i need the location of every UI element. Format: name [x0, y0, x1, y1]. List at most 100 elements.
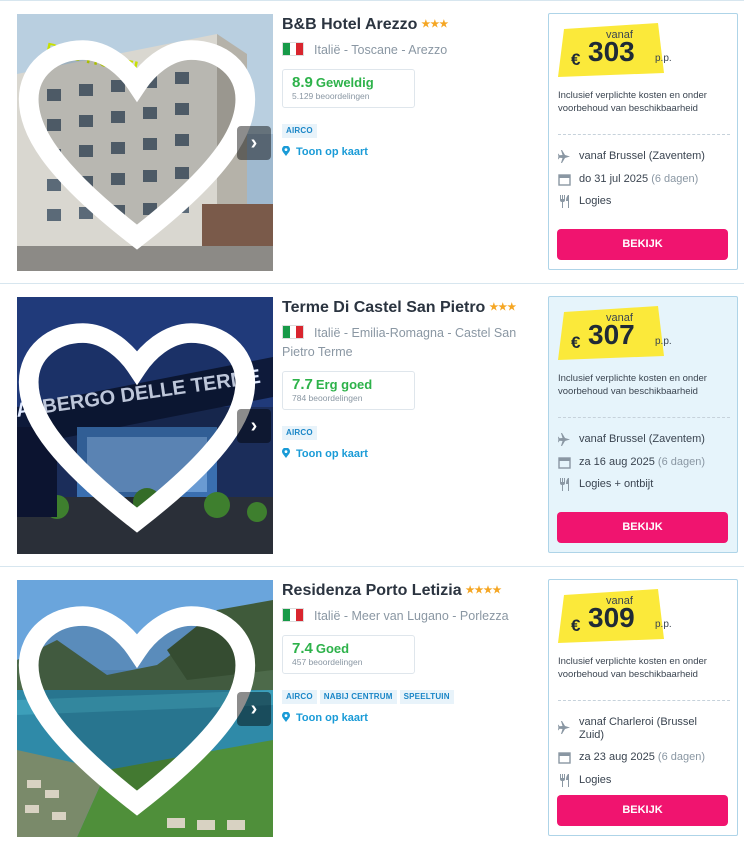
trip-duration: (6 dagen): [651, 173, 699, 185]
italy-flag-icon: [282, 325, 304, 339]
facility-tag: AIRCO: [282, 426, 317, 440]
view-button[interactable]: BEKIJK: [557, 512, 728, 543]
travel-date: do 31 jul 2025: [579, 173, 649, 185]
airplane-icon: [558, 721, 570, 734]
map-link-text: Toon op kaart: [296, 448, 368, 460]
facility-tags: AIRCO: [282, 120, 540, 138]
price-amount: 307: [588, 319, 635, 350]
cutlery-icon: [560, 478, 569, 491]
heart-outline-icon[interactable]: [17, 586, 265, 837]
score-value: 7.7: [292, 376, 313, 393]
map-pin-icon: [282, 448, 290, 458]
map-link-text: Toon op kaart: [296, 146, 368, 158]
location-text: Italië - Meer van Lugano - Porlezza: [314, 609, 509, 623]
view-button[interactable]: BEKIJK: [557, 229, 728, 260]
board-type: Logies + ontbijt: [579, 478, 654, 490]
price-divider: [558, 700, 730, 701]
hotel-name-text: Terme Di Castel San Pietro: [282, 299, 486, 316]
hotel-photo[interactable]: ALBERGO DELLE TERME ›: [17, 297, 273, 554]
map-pin-icon: [282, 146, 290, 156]
facility-tag: AIRCO: [282, 124, 317, 138]
price-amount: 309: [588, 602, 635, 633]
map-pin-icon: [282, 712, 290, 722]
chevron-right-icon[interactable]: ›: [237, 692, 271, 726]
trip-duration: (6 dagen): [657, 751, 706, 763]
heart-outline-icon[interactable]: [17, 20, 265, 271]
facility-tag: SPEELTUIN: [399, 690, 454, 704]
heart-outline-icon[interactable]: [17, 303, 265, 554]
departure-text: vanaf Brussel (Zaventem): [579, 433, 705, 445]
price-disclaimer: Inclusief verplichte kosten en onder voo…: [558, 373, 707, 397]
star-rating: ★★★: [421, 19, 449, 30]
departure-row: vanaf Charleroi (Brussel Zuid): [558, 716, 733, 742]
calendar-icon: [558, 457, 571, 469]
departure-text: vanaf Brussel (Zaventem): [579, 150, 705, 162]
hotel-name-text: B&B Hotel Arezzo: [282, 16, 418, 33]
hotel-card[interactable]: ALBERGO DELLE TERME › Terme Di Castel Sa…: [0, 284, 744, 567]
per-person-label: p.p.: [655, 53, 672, 64]
price-disclaimer: Inclusief verplichte kosten en onder voo…: [558, 656, 707, 680]
hotel-info: B&B Hotel Arezzo ★★★ Italië - Toscane - A…: [282, 14, 540, 158]
score-label: Goed: [315, 641, 350, 656]
facility-tags: AIRCO: [282, 422, 540, 440]
per-person-label: p.p.: [655, 336, 672, 347]
hotel-card[interactable]: B&B HOTELS › B&B Hotel Arezzo★★★ Italië …: [0, 1, 744, 284]
currency-symbol: €: [571, 50, 581, 69]
review-score: 7.7 Erg goed 784 beoordelingen: [282, 371, 415, 410]
currency-symbol: €: [571, 616, 581, 635]
price-amount: 303: [588, 36, 635, 67]
date-row: za 16 aug 2025 (6 dagen): [558, 456, 733, 469]
hotel-photo[interactable]: B&B HOTELS ›: [17, 14, 273, 271]
calendar-icon: [558, 174, 571, 186]
chevron-right-icon[interactable]: ›: [237, 126, 271, 160]
board-row: Logies: [558, 774, 733, 787]
hotel-name-text: Residenza Porto Letizia: [282, 582, 462, 599]
show-on-map-link[interactable]: Toon op kaart: [282, 146, 540, 158]
hotel-name[interactable]: B&B Hotel Arezzo ★★★: [282, 14, 540, 36]
price-divider: [558, 417, 730, 418]
travel-date: za 23 aug 2025: [579, 751, 655, 763]
score-value: 8.9: [292, 74, 313, 91]
airplane-icon: [558, 150, 570, 163]
hotel-location: Italië - Meer van Lugano - Porlezza: [282, 607, 540, 626]
price-badge: vanaf € 303 p.p.: [558, 23, 672, 77]
hotel-name[interactable]: Terme Di Castel San Pietro ★★★: [282, 297, 540, 319]
cutlery-icon: [560, 774, 569, 787]
price-badge: vanaf € 309 p.p.: [558, 589, 672, 643]
location-text: Italië - Emilia-Romagna - Castel San Pie…: [282, 326, 517, 359]
departure-row: vanaf Brussel (Zaventem): [558, 150, 733, 163]
italy-flag-icon: [282, 608, 304, 622]
board-row: Logies + ontbijt: [558, 478, 733, 491]
hotel-card[interactable]: › Residenza Porto Letizia ★★★★ Italië - M…: [0, 567, 744, 848]
board-type: Logies: [579, 774, 612, 786]
review-count: 784 beoordelingen: [292, 393, 363, 403]
price-badge: vanaf € 307 p.p.: [558, 306, 672, 360]
facility-tag: AIRCO: [282, 690, 317, 704]
review-count: 5.129 beoordelingen: [292, 91, 370, 101]
travel-date: za 16 aug 2025: [579, 456, 655, 468]
per-person-label: p.p.: [655, 619, 672, 630]
view-button[interactable]: BEKIJK: [557, 795, 728, 826]
hotel-info: Residenza Porto Letizia ★★★★ Italië - Mee…: [282, 580, 540, 724]
hotel-location: Italië - Emilia-Romagna - Castel San Pie…: [282, 324, 540, 362]
date-row: za 23 aug 2025 (6 dagen): [558, 751, 733, 764]
show-on-map-link[interactable]: Toon op kaart: [282, 712, 540, 724]
review-count: 457 beoordelingen: [292, 657, 363, 667]
show-on-map-link[interactable]: Toon op kaart: [282, 448, 540, 460]
board-type: Logies: [579, 195, 612, 207]
facility-tag: NABIJ CENTRUM: [319, 690, 397, 704]
hotel-name[interactable]: Residenza Porto Letizia ★★★★: [282, 580, 540, 602]
location-text: Italië - Toscane - Arezzo: [314, 43, 448, 57]
facility-tags: AIRCO NABIJ CENTRUM SPEELTUIN: [282, 686, 540, 704]
departure-row: vanaf Brussel (Zaventem): [558, 433, 733, 446]
chevron-right-icon[interactable]: ›: [237, 409, 271, 443]
trip-duration: (6 dagen): [657, 456, 706, 468]
price-panel: vanaf € 307 p.p. Inclusief verplichte ko…: [548, 296, 738, 553]
italy-flag-icon: [282, 42, 304, 56]
cutlery-icon: [560, 195, 569, 208]
hotel-info: Terme Di Castel San Pietro ★★★ Italië - E…: [282, 297, 540, 460]
hotel-photo[interactable]: ›: [17, 580, 273, 837]
price-divider: [558, 134, 730, 135]
hotel-location: Italië - Toscane - Arezzo: [282, 41, 540, 60]
currency-symbol: €: [571, 333, 581, 352]
